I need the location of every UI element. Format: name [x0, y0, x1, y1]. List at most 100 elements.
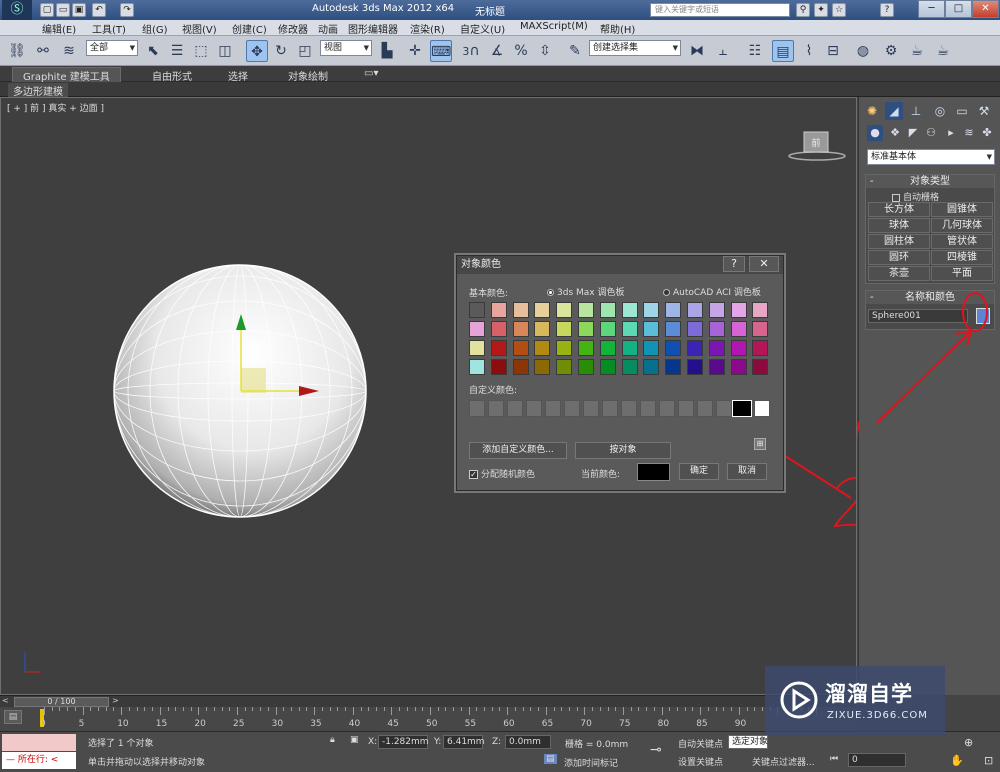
zoom-icon[interactable]: ⊕ — [964, 736, 973, 749]
go-to-start-icon[interactable]: ⏮ — [830, 754, 838, 764]
pivot-center-icon[interactable]: ▙ — [376, 40, 398, 62]
cancel-button[interactable]: 取消 — [727, 463, 767, 480]
palette-swatch[interactable] — [708, 321, 725, 337]
geometry-icon[interactable]: ● — [867, 125, 883, 141]
time-slider[interactable]: < 0 / 100 > — [0, 695, 857, 707]
key-filter-button[interactable]: 关键点过滤器... — [752, 755, 815, 768]
auto-key-button[interactable]: 自动关键点 — [678, 737, 723, 750]
menu-modifiers[interactable]: 修改器 — [278, 21, 308, 36]
menu-tools[interactable]: 工具(T) — [92, 21, 126, 36]
custom-color-swatch[interactable] — [754, 400, 770, 417]
palette-swatch[interactable] — [730, 340, 747, 356]
palette-swatch[interactable] — [687, 359, 703, 375]
teapot-button[interactable]: 茶壶 — [868, 266, 930, 281]
palette-swatch[interactable] — [578, 321, 594, 337]
reference-coordinate-dropdown[interactable]: 视图 — [320, 40, 372, 56]
rendered-frame-icon[interactable]: ☕ — [906, 40, 928, 62]
palette-swatch[interactable] — [578, 302, 594, 318]
material-editor-icon[interactable]: ◍ — [852, 40, 874, 62]
geosphere-button[interactable]: 几何球体 — [931, 218, 993, 233]
palette-swatch[interactable] — [578, 340, 594, 356]
mirror-icon[interactable]: ⧓ — [686, 40, 708, 62]
search-input[interactable]: 键入关键字或短语 — [650, 3, 790, 17]
select-move-icon[interactable]: ✥ — [246, 40, 268, 62]
custom-color-swatch[interactable] — [678, 400, 694, 417]
palette-swatch[interactable] — [599, 359, 616, 375]
curve-editor-icon[interactable]: ⌇ — [798, 40, 820, 62]
custom-color-swatch[interactable] — [602, 400, 618, 417]
communication-icon[interactable]: ☆ — [832, 3, 846, 17]
palette-swatch[interactable] — [556, 340, 573, 356]
palette-swatch[interactable] — [490, 302, 507, 318]
binoculars-icon[interactable]: ⚲ — [796, 3, 810, 17]
palette-swatch[interactable] — [556, 359, 573, 375]
ok-button[interactable]: 确定 — [679, 463, 719, 480]
sphere-button[interactable]: 球体 — [868, 218, 930, 233]
custom-color-swatch[interactable] — [469, 400, 485, 417]
hierarchy-tab-icon[interactable]: ⊥ — [907, 102, 925, 120]
close-button[interactable]: ✕ — [972, 0, 999, 18]
palette-swatch[interactable] — [621, 340, 638, 356]
custom-color-swatch-selected[interactable] — [732, 400, 752, 417]
lock-icon[interactable]: 🔒︎ — [330, 735, 335, 745]
custom-color-swatch[interactable] — [640, 400, 656, 417]
add-custom-color-button[interactable]: 添加自定义颜色... — [469, 442, 567, 459]
tab-selection[interactable]: 选择 — [228, 68, 248, 83]
maximize-button[interactable]: □ — [945, 0, 972, 18]
angle-snap-icon[interactable]: ∡ — [486, 40, 508, 62]
selection-region-icon[interactable]: ⬚ — [190, 40, 212, 62]
palette-swatch[interactable] — [730, 302, 747, 318]
time-slider-thumb[interactable]: 0 / 100 — [14, 697, 109, 707]
x-coordinate-input[interactable]: -1.282mm — [378, 735, 429, 749]
minimize-button[interactable]: ─ — [918, 0, 945, 18]
pyramid-button[interactable]: 四棱锥 — [931, 250, 993, 265]
palette-swatch[interactable] — [708, 359, 725, 375]
menu-rendering[interactable]: 渲染(R) — [410, 21, 445, 36]
viewcube-label[interactable]: 前 — [811, 137, 820, 149]
palette-swatch[interactable] — [643, 359, 660, 375]
spinner-snap-icon[interactable]: ⇳ — [534, 40, 556, 62]
palette-swatch[interactable] — [469, 302, 485, 318]
dialog-help-button[interactable]: ? — [723, 256, 745, 272]
help-icon[interactable]: ? — [880, 3, 894, 17]
create-tab-icon[interactable]: ✺ — [863, 102, 881, 120]
palette-swatch[interactable] — [621, 359, 638, 375]
spacewarps-icon[interactable]: ≋ — [961, 125, 977, 141]
palette-swatch[interactable] — [730, 359, 747, 375]
select-scale-icon[interactable]: ◰ — [294, 40, 316, 62]
palette-swatch[interactable] — [621, 302, 638, 318]
palette-swatch[interactable] — [643, 340, 660, 356]
render-production-icon[interactable]: ☕ — [932, 40, 954, 62]
current-frame-input[interactable]: 0 — [848, 753, 906, 767]
custom-color-swatch[interactable] — [507, 400, 523, 417]
select-by-name-icon[interactable]: ☰ — [166, 40, 188, 62]
palette-swatch[interactable] — [512, 321, 529, 337]
shapes-icon[interactable]: ❖ — [887, 125, 903, 141]
new-file-icon[interactable]: ▢ — [40, 3, 54, 17]
maxscript-listener[interactable] — [2, 734, 76, 751]
helpers-icon[interactable]: ▸ — [943, 125, 959, 141]
palette-swatch[interactable] — [534, 321, 551, 337]
selected-object-dropdown[interactable]: 选定对象 — [728, 735, 768, 749]
link-icon[interactable]: ⛓ — [6, 40, 28, 62]
ribbon-options-icon[interactable]: ▭▾ — [364, 68, 378, 79]
add-time-tag-icon[interactable]: ▤ — [544, 754, 557, 764]
menu-graph-editors[interactable]: 图形编辑器 — [348, 21, 398, 36]
menu-create[interactable]: 创建(C) — [232, 21, 267, 36]
menu-animation[interactable]: 动画 — [318, 21, 338, 36]
open-file-icon[interactable]: ▭ — [56, 3, 70, 17]
palette-swatch[interactable] — [752, 359, 769, 375]
current-color-swatch[interactable] — [637, 463, 670, 481]
palette-swatch[interactable] — [534, 359, 551, 375]
palette-swatch[interactable] — [665, 321, 682, 337]
palette-swatch[interactable] — [687, 321, 703, 337]
align-icon[interactable]: ⫠ — [712, 40, 734, 62]
custom-color-swatch[interactable] — [583, 400, 599, 417]
palette-swatch[interactable] — [665, 340, 682, 356]
palette-swatch[interactable] — [730, 321, 747, 337]
palette-swatch[interactable] — [490, 340, 507, 356]
palette-swatch[interactable] — [469, 340, 485, 356]
palette-swatch[interactable] — [708, 340, 725, 356]
render-setup-icon[interactable]: ⚙ — [880, 40, 902, 62]
cylinder-button[interactable]: 圆柱体 — [868, 234, 930, 249]
